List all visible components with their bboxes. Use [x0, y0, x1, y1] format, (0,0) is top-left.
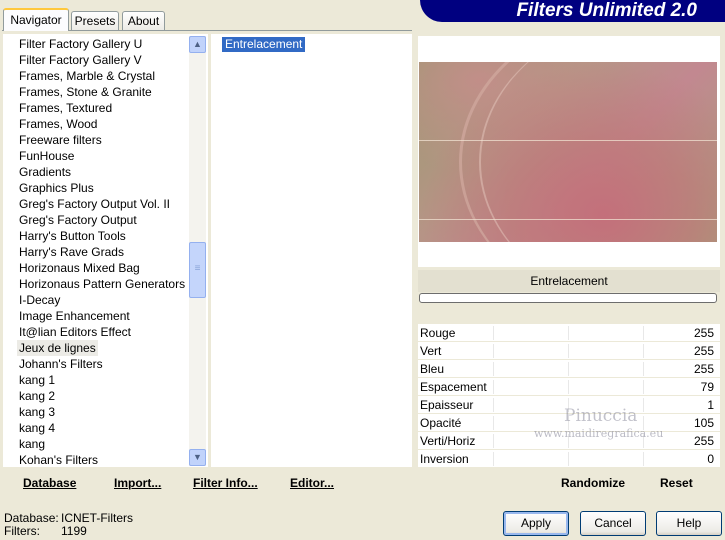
parameter-row[interactable]: Vert 255	[418, 342, 720, 360]
database-button[interactable]: Database	[23, 476, 76, 490]
category-item[interactable]: Greg's Factory Output Vol. II	[17, 196, 172, 212]
category-item[interactable]: I-Decay	[17, 292, 62, 308]
selected-filter-name: Entrelacement	[418, 270, 720, 292]
watermark-text: Pinuccia	[564, 406, 638, 426]
filters-count-label: Filters:	[4, 524, 40, 538]
category-scrollbar[interactable]: ▲ ≡ ▼	[189, 36, 206, 466]
filter-item-selected[interactable]: Entrelacement	[222, 37, 306, 52]
category-item[interactable]: Kohan's Filters	[17, 452, 100, 468]
category-item[interactable]: Johann's Filters	[17, 356, 105, 372]
category-item[interactable]: Filter Factory Gallery U	[17, 36, 144, 52]
parameter-name: Espacement	[420, 380, 487, 394]
category-list[interactable]: Filter Factory Gallery U Filter Factory G…	[3, 34, 208, 467]
parameter-sliders[interactable]: Rouge 255 Vert 255 Bleu 255 Espacement 79 Epaiss…	[418, 324, 720, 468]
category-item[interactable]: Frames, Textured	[17, 100, 114, 116]
category-item[interactable]: Freeware filters	[17, 132, 104, 148]
editor-button[interactable]: Editor...	[290, 476, 334, 490]
category-item[interactable]: Frames, Wood	[17, 116, 99, 132]
category-item[interactable]: Gradients	[17, 164, 73, 180]
category-item[interactable]: Horizonaus Mixed Bag	[17, 260, 142, 276]
parameter-name: Opacité	[420, 416, 462, 430]
help-button[interactable]: Help	[656, 511, 722, 536]
filter-list[interactable]	[211, 34, 412, 467]
scrollbar-thumb[interactable]: ≡	[189, 242, 206, 298]
parameter-value: 105	[693, 416, 714, 430]
scroll-up-icon[interactable]: ▲	[189, 36, 206, 53]
category-item[interactable]: Image Enhancement	[17, 308, 132, 324]
category-item[interactable]: kang	[17, 436, 47, 452]
parameter-name: Vert	[420, 344, 442, 358]
parameter-value: 79	[700, 380, 714, 394]
category-item[interactable]: kang 2	[17, 388, 57, 404]
parameter-value: 255	[693, 434, 714, 448]
database-value: ICNET-Filters	[61, 511, 133, 525]
category-item[interactable]: It@lian Editors Effect	[17, 324, 133, 340]
parameter-value: 0	[707, 452, 714, 466]
category-item[interactable]: kang 1	[17, 372, 57, 388]
tab-about[interactable]: About	[122, 11, 165, 30]
scroll-down-icon[interactable]: ▼	[189, 449, 206, 466]
category-item[interactable]: Harry's Rave Grads	[17, 244, 126, 260]
randomize-button[interactable]: Randomize	[561, 476, 625, 490]
parameter-name: Verti/Horiz	[420, 434, 476, 448]
parameter-value: 255	[693, 362, 714, 376]
category-item[interactable]: FunHouse	[17, 148, 76, 164]
parameter-name: Rouge	[420, 326, 456, 340]
category-item[interactable]: Graphics Plus	[17, 180, 96, 196]
reset-button[interactable]: Reset	[660, 476, 693, 490]
watermark-url: www.maidiregrafica.eu	[534, 427, 664, 440]
parameter-name: Inversion	[420, 452, 469, 466]
category-item[interactable]: Filter Factory Gallery V	[17, 52, 144, 68]
category-item[interactable]: Harry's Button Tools	[17, 228, 128, 244]
category-item[interactable]: Horizonaus Pattern Generators	[17, 276, 187, 292]
category-item[interactable]: Greg's Factory Output	[17, 212, 139, 228]
tab-presets[interactable]: Presets	[71, 11, 119, 30]
import-button[interactable]: Import...	[114, 476, 161, 490]
apply-button[interactable]: Apply	[503, 511, 569, 536]
category-item[interactable]: kang 4	[17, 420, 57, 436]
parameter-value: 1	[707, 398, 714, 412]
tab-navigator[interactable]: Navigator	[3, 8, 69, 31]
toolbar: Database Import... Filter Info... Editor…	[0, 468, 725, 496]
filters-count-value: 1199	[61, 524, 87, 538]
cancel-button[interactable]: Cancel	[580, 511, 646, 536]
progress-bar	[419, 293, 717, 303]
category-item[interactable]: Jeux de lignes	[17, 340, 98, 356]
app-title-banner: Filters Unlimited 2.0	[420, 0, 725, 22]
category-item[interactable]: Frames, Stone & Granite	[17, 84, 154, 100]
category-item[interactable]: Frames, Marble & Crystal	[17, 68, 157, 84]
parameter-row[interactable]: Rouge 255	[418, 324, 720, 342]
parameter-value: 255	[693, 344, 714, 358]
category-item[interactable]: kang 3	[17, 404, 57, 420]
parameter-row[interactable]: Inversion 0	[418, 450, 720, 468]
parameter-value: 255	[693, 326, 714, 340]
database-label: Database:	[4, 511, 59, 525]
preview-image	[419, 62, 717, 242]
parameter-row[interactable]: Espacement 79	[418, 378, 720, 396]
parameter-name: Bleu	[420, 362, 445, 376]
parameter-name: Epaisseur	[420, 398, 474, 412]
filter-info-button[interactable]: Filter Info...	[193, 476, 258, 490]
parameter-row[interactable]: Bleu 255	[418, 360, 720, 378]
